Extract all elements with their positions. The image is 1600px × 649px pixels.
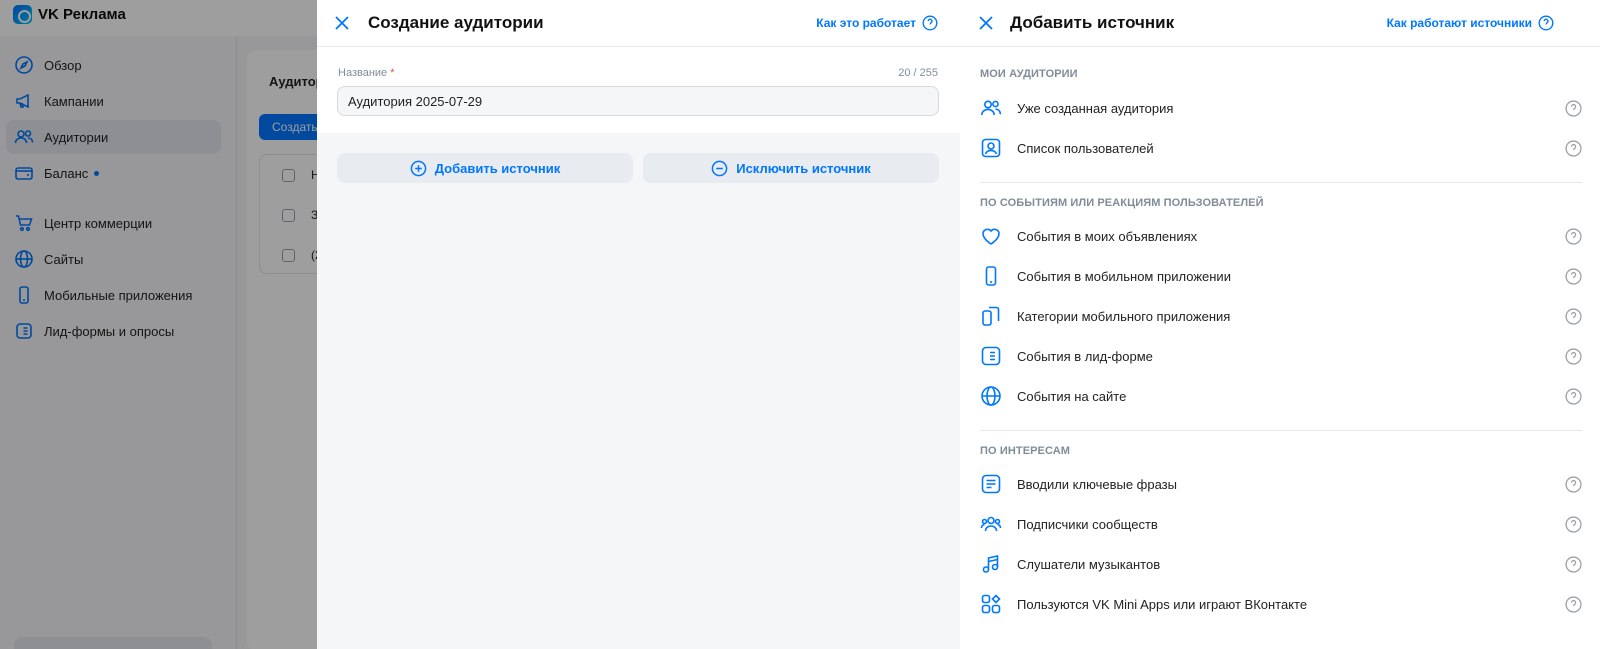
add-source-panel: Добавить источник Как работают источники… xyxy=(960,0,1600,649)
source-item-user-list[interactable]: Список пользователей xyxy=(980,131,1582,165)
apps-icon xyxy=(981,594,1001,614)
modal-header: Создание аудитории Как это работает xyxy=(317,0,960,47)
source-item-label: Вводили ключевые фразы xyxy=(1017,476,1177,492)
question-icon[interactable] xyxy=(1565,99,1582,117)
add-source-button[interactable]: Добавить источник xyxy=(337,153,633,183)
question-icon[interactable] xyxy=(1565,347,1582,365)
source-item-community-subscribers[interactable]: Подписчики сообществ xyxy=(980,507,1582,541)
panel-title: Добавить источник xyxy=(1010,13,1175,32)
plus-circle-icon xyxy=(410,160,427,176)
source-item-music-listeners[interactable]: Слушатели музыкантов xyxy=(980,547,1582,581)
source-item-label: Слушатели музыкантов xyxy=(1017,556,1161,572)
list-icon xyxy=(981,346,1001,366)
question-icon xyxy=(1538,15,1554,31)
source-item-label: События в моих объявлениях xyxy=(1017,228,1198,244)
question-icon[interactable] xyxy=(1565,307,1582,325)
users-icon xyxy=(981,100,1002,116)
globe-icon xyxy=(981,386,1001,406)
how-it-works-link[interactable]: Как это работает xyxy=(816,15,938,31)
how-sources-work-label: Как работают источники xyxy=(1386,16,1532,30)
source-item-site-events[interactable]: События на сайте xyxy=(980,379,1582,413)
required-mark: * xyxy=(390,67,395,79)
source-item-mobile-app-categories[interactable]: Категории мобильного приложения xyxy=(980,299,1582,333)
modal-title: Создание аудитории xyxy=(368,13,544,32)
question-icon[interactable] xyxy=(1565,595,1582,613)
source-item-label: Подписчики сообществ xyxy=(1017,516,1158,532)
source-item-label: Категории мобильного приложения xyxy=(1017,308,1231,324)
add-source-label: Добавить источник xyxy=(434,160,561,176)
source-item-existing-audience[interactable]: Уже созданная аудитория xyxy=(980,91,1582,125)
panel-header: Добавить источник Как работают источники xyxy=(960,0,1600,47)
close-icon[interactable] xyxy=(976,13,996,33)
exclude-source-button[interactable]: Исключить источник xyxy=(643,153,939,183)
user-list-icon xyxy=(981,138,1001,158)
char-counter: 20 / 255 xyxy=(898,67,938,79)
source-item-lead-form-events[interactable]: События в лид-форме xyxy=(980,339,1582,373)
section-divider xyxy=(980,182,1582,183)
section-title-events: ПО СОБЫТИЯМ ИЛИ РЕАКЦИЯМ ПОЛЬЗОВАТЕЛЕЙ xyxy=(980,197,1264,209)
community-icon xyxy=(980,516,1002,532)
how-sources-work-link[interactable]: Как работают источники xyxy=(1387,15,1554,31)
question-icon[interactable] xyxy=(1565,475,1582,493)
how-it-works-label: Как это работает xyxy=(816,16,916,30)
source-item-label: Уже созданная аудитория xyxy=(1017,100,1174,116)
question-icon[interactable] xyxy=(1565,227,1582,245)
section-title-my-audiences: МОИ АУДИТОРИИ xyxy=(980,68,1078,80)
question-icon[interactable] xyxy=(1565,387,1582,405)
question-icon[interactable] xyxy=(1565,555,1582,573)
question-icon[interactable] xyxy=(1565,267,1582,285)
section-title-interests: ПО ИНТЕРЕСАМ xyxy=(980,445,1071,457)
source-item-label: Список пользователей xyxy=(1017,140,1154,156)
source-item-key-phrases[interactable]: Вводили ключевые фразы xyxy=(980,467,1582,501)
sources-area: Добавить источник Исключить источник xyxy=(317,133,960,649)
section-divider xyxy=(980,430,1582,431)
text-icon xyxy=(981,474,1001,494)
close-icon[interactable] xyxy=(332,13,352,33)
minus-circle-icon xyxy=(711,160,728,176)
audience-name-input[interactable] xyxy=(337,86,939,116)
phone-icon xyxy=(985,266,997,286)
phones-icon xyxy=(982,306,1000,326)
name-field-label: Название * xyxy=(338,67,395,79)
source-item-mobile-app-events[interactable]: События в мобильном приложении xyxy=(980,259,1582,293)
heart-icon xyxy=(982,228,1000,245)
source-item-label: События на сайте xyxy=(1017,388,1127,404)
question-icon[interactable] xyxy=(1565,515,1582,533)
exclude-source-label: Исключить источник xyxy=(736,160,871,176)
create-audience-modal: Создание аудитории Как это работает Назв… xyxy=(317,0,960,649)
source-item-label: События в мобильном приложении xyxy=(1017,268,1231,284)
music-icon xyxy=(982,555,999,573)
source-item-vk-mini-apps[interactable]: Пользуются VK Mini Apps или играют ВКонт… xyxy=(980,587,1582,621)
source-item-label: Пользуются VK Mini Apps или играют ВКонт… xyxy=(1017,596,1308,612)
source-item-label: События в лид-форме xyxy=(1017,348,1153,364)
source-item-ad-events[interactable]: События в моих объявлениях xyxy=(980,219,1582,253)
question-icon[interactable] xyxy=(1565,139,1582,157)
question-icon xyxy=(922,15,938,31)
